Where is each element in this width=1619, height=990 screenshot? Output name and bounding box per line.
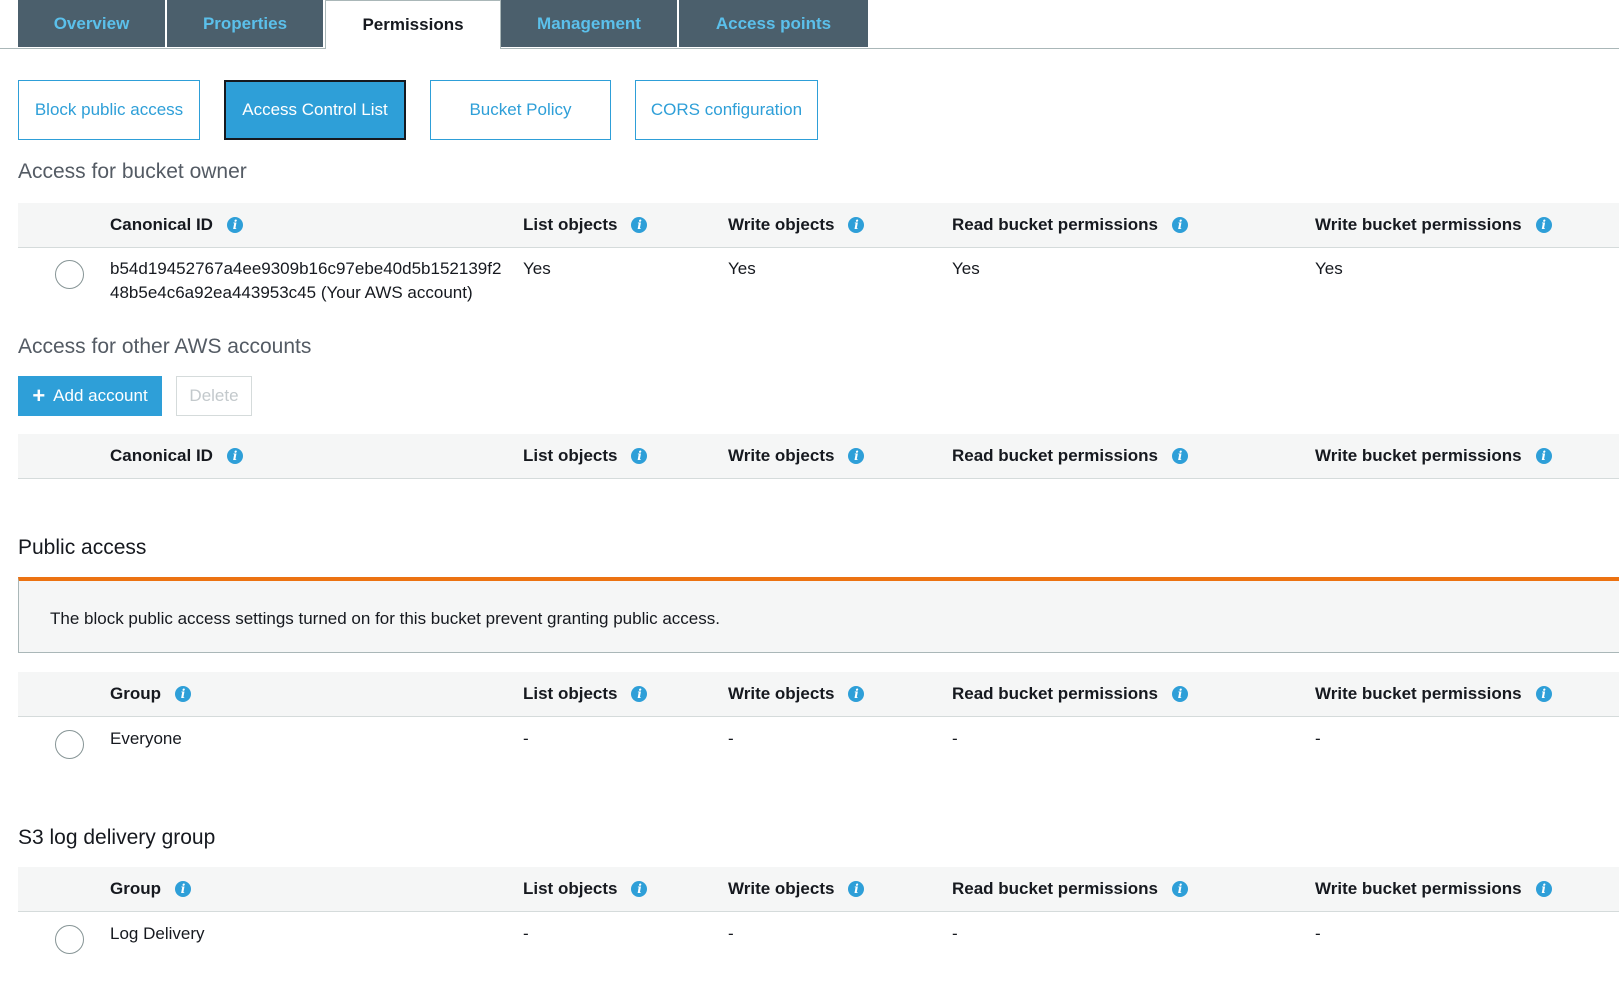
public-access-warning: The block public access settings turned … — [18, 577, 1619, 653]
info-icon[interactable]: i — [1535, 217, 1552, 233]
column-header-write-bucket-permissions: Write bucket permissions i — [1315, 203, 1552, 247]
subtab-block-public-access[interactable]: Block public access — [18, 80, 200, 140]
section-title-log-delivery: S3 log delivery group — [18, 826, 216, 849]
log-delivery-group: Log Delivery — [110, 924, 205, 943]
info-icon[interactable]: i — [1171, 217, 1188, 233]
owner-list-objects: Yes — [523, 259, 551, 278]
public-access-table-header: Group i List objects i Write objects i Read… — [18, 672, 1619, 717]
info-icon[interactable]: i — [631, 448, 648, 464]
tab-properties[interactable]: Properties — [167, 0, 325, 47]
info-icon[interactable]: i — [631, 881, 648, 897]
everyone-write-objects: - — [728, 729, 734, 748]
column-header-write-objects: Write objects i — [728, 867, 865, 911]
owner-table-header: Canonical ID i List objects i Write object… — [18, 203, 1619, 248]
column-header-write-bucket-permissions: Write bucket permissions i — [1315, 672, 1552, 716]
subtab-access-control-list[interactable]: Access Control List — [224, 80, 406, 140]
column-header-canonical-id: Canonical ID i — [110, 434, 243, 478]
column-header-read-bucket-permissions: Read bucket permissions i — [952, 203, 1188, 247]
column-header-list-objects: List objects i — [523, 672, 648, 716]
column-header-write-objects: Write objects i — [728, 672, 865, 716]
owner-canonical-id: b54d19452767a4ee9309b16c97ebe40d5b152139… — [110, 259, 502, 302]
column-header-write-objects: Write objects i — [728, 434, 865, 478]
everyone-list-objects: - — [523, 729, 529, 748]
info-icon[interactable]: i — [1535, 448, 1552, 464]
section-title-public-access: Public access — [18, 536, 147, 559]
column-header-read-bucket-permissions: Read bucket permissions i — [952, 434, 1188, 478]
subtab-cors-configuration[interactable]: CORS configuration — [635, 80, 818, 140]
alert-text: The block public access settings turned … — [50, 609, 720, 628]
info-icon[interactable]: i — [1535, 881, 1552, 897]
owner-write-permissions: Yes — [1315, 259, 1343, 278]
other-accounts-table-header: Canonical ID i List objects i Write object… — [18, 434, 1619, 479]
info-icon[interactable]: i — [1535, 686, 1552, 702]
info-icon[interactable]: i — [1171, 448, 1188, 464]
column-header-write-bucket-permissions: Write bucket permissions i — [1315, 434, 1552, 478]
info-icon[interactable]: i — [848, 686, 865, 702]
column-header-list-objects: List objects i — [523, 434, 648, 478]
info-icon[interactable]: i — [175, 881, 191, 897]
tab-overview[interactable]: Overview — [18, 0, 167, 47]
section-title-other-accounts: Access for other AWS accounts — [18, 335, 312, 358]
everyone-read-permissions: - — [952, 729, 958, 748]
delete-button[interactable]: Delete — [176, 376, 252, 416]
log-delivery-row-radio[interactable] — [55, 925, 84, 954]
info-icon[interactable]: i — [175, 686, 191, 702]
tab-permissions[interactable]: Permissions — [325, 0, 501, 49]
owner-write-objects: Yes — [728, 259, 756, 278]
tab-bar: Overview Properties Permissions Manageme… — [0, 0, 1619, 49]
add-account-button[interactable]: + Add account — [18, 376, 162, 416]
column-header-read-bucket-permissions: Read bucket permissions i — [952, 672, 1188, 716]
info-icon[interactable]: i — [1171, 686, 1188, 702]
info-icon[interactable]: i — [848, 881, 865, 897]
owner-read-permissions: Yes — [952, 259, 980, 278]
info-icon[interactable]: i — [1171, 881, 1188, 897]
info-icon[interactable]: i — [848, 448, 865, 464]
log-delivery-read-permissions: - — [952, 924, 958, 943]
column-header-list-objects: List objects i — [523, 203, 648, 247]
column-header-read-bucket-permissions: Read bucket permissions i — [952, 867, 1188, 911]
log-delivery-write-permissions: - — [1315, 924, 1321, 943]
subtab-bucket-policy[interactable]: Bucket Policy — [430, 80, 611, 140]
owner-row-radio[interactable] — [55, 260, 84, 289]
everyone-write-permissions: - — [1315, 729, 1321, 748]
everyone-group: Everyone — [110, 729, 182, 748]
log-delivery-list-objects: - — [523, 924, 529, 943]
column-header-list-objects: List objects i — [523, 867, 648, 911]
info-icon[interactable]: i — [631, 217, 648, 233]
column-header-write-objects: Write objects i — [728, 203, 865, 247]
log-delivery-table-header: Group i List objects i Write objects i Read… — [18, 867, 1619, 912]
log-delivery-write-objects: - — [728, 924, 734, 943]
section-title-bucket-owner: Access for bucket owner — [18, 160, 247, 183]
column-header-write-bucket-permissions: Write bucket permissions i — [1315, 867, 1552, 911]
tab-access-points[interactable]: Access points — [679, 0, 868, 47]
column-header-group: Group i — [110, 867, 191, 911]
plus-icon: + — [32, 383, 46, 408]
column-header-canonical-id: Canonical ID i — [110, 203, 243, 247]
info-icon[interactable]: i — [848, 217, 865, 233]
column-header-group: Group i — [110, 672, 191, 716]
tab-management[interactable]: Management — [501, 0, 679, 47]
info-icon[interactable]: i — [226, 217, 243, 233]
everyone-row-radio[interactable] — [55, 730, 84, 759]
info-icon[interactable]: i — [631, 686, 648, 702]
info-icon[interactable]: i — [226, 448, 243, 464]
